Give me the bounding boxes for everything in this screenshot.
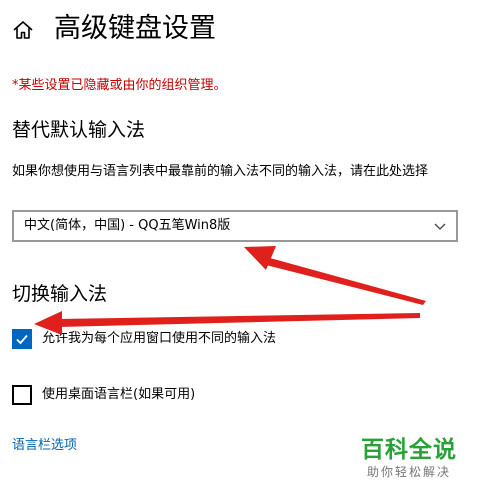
annotation-arrow-to-select bbox=[244, 246, 426, 305]
per-app-input-method-label[interactable]: 允许我为每个应用窗口使用不同的输入法 bbox=[42, 329, 276, 349]
section-heading-override-input: 替代默认输入法 bbox=[12, 119, 146, 141]
language-bar-options-link[interactable]: 语言栏选项 bbox=[12, 436, 77, 456]
home-icon[interactable] bbox=[12, 19, 34, 41]
annotation-arrows bbox=[34, 246, 426, 335]
desktop-language-bar-checkbox[interactable] bbox=[12, 385, 32, 405]
watermark-slogan: 助你轻松解决 bbox=[366, 465, 451, 479]
chevron-down-icon bbox=[434, 223, 446, 230]
default-input-method-select[interactable]: 中文(简体，中国) - QQ五笔Win8版 bbox=[12, 210, 458, 242]
watermark-brand: 百科全说 bbox=[361, 437, 457, 463]
section-heading-switch-input: 切换输入法 bbox=[12, 283, 108, 305]
page-title: 高级键盘设置 bbox=[54, 13, 216, 44]
checkmark-icon bbox=[16, 334, 28, 345]
per-app-input-method-checkbox[interactable] bbox=[12, 329, 32, 349]
override-description: 如果你想使用与语言列表中最靠前的输入法不同的输入法，请在此处选择 bbox=[12, 164, 429, 179]
watermark: 百科全说 助你轻松解决 bbox=[354, 436, 464, 480]
default-input-method-value: 中文(简体，中国) - QQ五笔Win8版 bbox=[24, 218, 231, 233]
desktop-language-bar-label[interactable]: 使用桌面语言栏(如果可用) bbox=[42, 385, 195, 405]
managed-notice: *某些设置已隐藏或由你的组织管理。 bbox=[12, 78, 227, 93]
